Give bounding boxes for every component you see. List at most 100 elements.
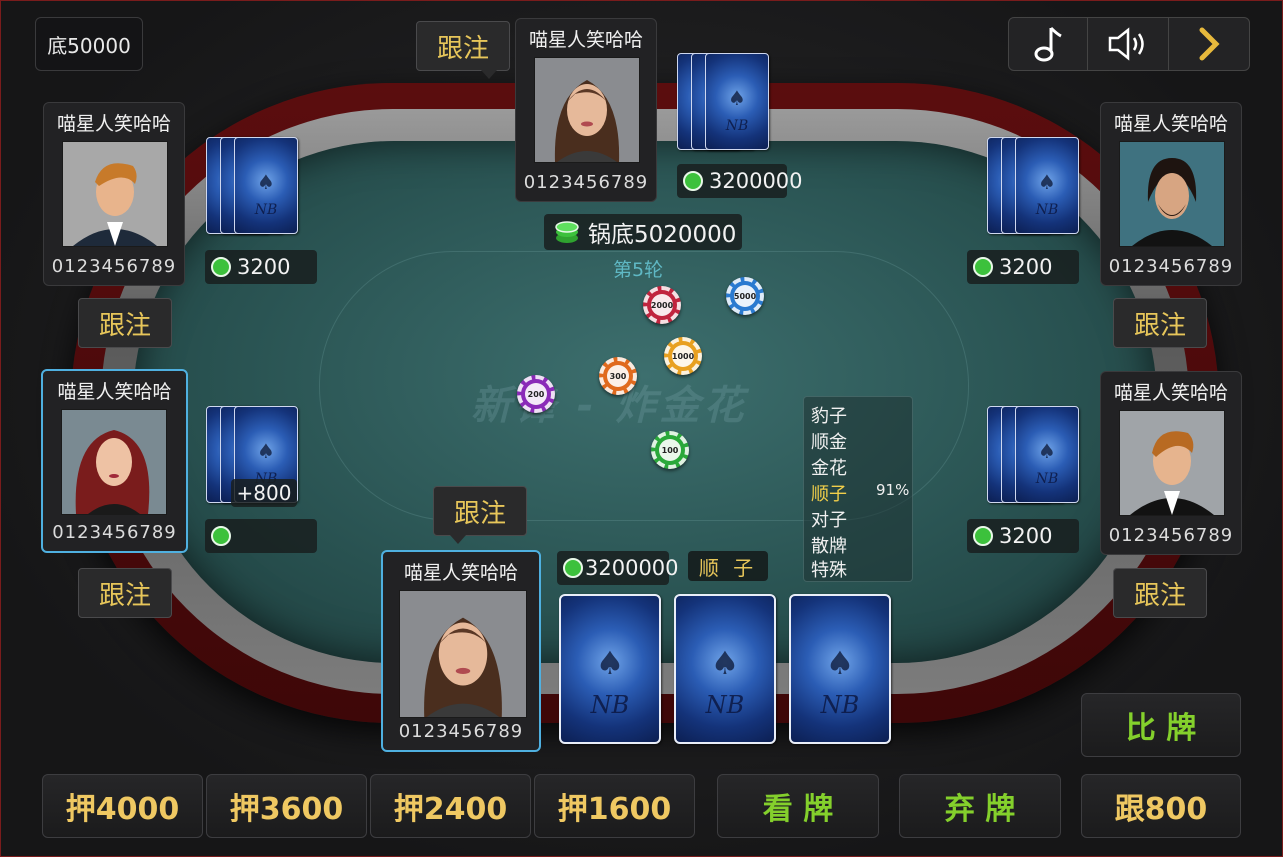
chip-value: 100 <box>659 439 681 461</box>
action-bubble-right-2: 跟注 <box>1113 568 1207 618</box>
chip-300: 300 <box>599 357 637 395</box>
player-name: 喵星人笑哈哈 <box>1113 382 1228 404</box>
chip-100: 100 <box>651 431 689 469</box>
chip-icon <box>211 526 231 546</box>
pot-amount: 锅底5020000 <box>588 222 737 248</box>
bet-1600-button[interactable]: 押1600 <box>534 774 695 838</box>
chip-value: 300 <box>607 365 629 387</box>
base-bet-label: 底50000 <box>35 17 143 71</box>
player-right-2[interactable]: 喵星人笑哈哈 0123456789 <box>1100 371 1242 555</box>
chip-2000: 2000 <box>643 286 681 324</box>
player-avatar <box>62 141 168 247</box>
chip-stack-icon <box>555 221 579 243</box>
chip-icon <box>973 257 993 277</box>
round-label: 第5轮 <box>613 259 664 281</box>
player-id: 0123456789 <box>1108 256 1234 277</box>
chip-value: 2000 <box>651 294 673 316</box>
player-avatar <box>1119 410 1225 516</box>
chip-icon <box>973 526 993 546</box>
player-top[interactable]: 喵星人笑哈哈 0123456789 <box>515 18 657 202</box>
player-avatar <box>61 409 167 515</box>
hand-rank-item: 特殊 <box>811 560 847 581</box>
bet-amount: 3200 <box>999 524 1053 548</box>
player-bet-left-1: 3200 <box>205 250 317 284</box>
music-note-icon <box>1034 26 1062 62</box>
hand-rank-item: 金花 <box>811 458 847 479</box>
action-bubble-left-2: 跟注 <box>78 568 172 618</box>
bet-amount: 3200000 <box>585 556 679 580</box>
player-name: 喵星人笑哈哈 <box>57 381 172 403</box>
next-button[interactable] <box>1168 17 1250 71</box>
player-avatar <box>1119 141 1225 247</box>
win-amount-left-2: +800 <box>231 479 297 507</box>
action-bubble-top: 跟注 <box>416 21 510 79</box>
bet-2400-button[interactable]: 押2400 <box>370 774 531 838</box>
self-card[interactable]: ♠ NB <box>559 594 661 744</box>
player-bet-right-1: 3200 <box>967 250 1079 284</box>
follow-button[interactable]: 跟800 <box>1081 774 1241 838</box>
action-label: 跟注 <box>453 498 506 529</box>
chip-200: 200 <box>517 375 555 413</box>
self-card[interactable]: ♠ NB <box>789 594 891 744</box>
player-bet-right-2: 3200 <box>967 519 1079 553</box>
chevron-right-icon <box>1199 27 1220 61</box>
bet-4000-button[interactable]: 押4000 <box>42 774 203 838</box>
player-bet-left-2 <box>205 519 317 553</box>
bet-3600-button[interactable]: 押3600 <box>206 774 367 838</box>
hand-type-label: 顺 子 <box>688 551 768 581</box>
player-avatar <box>399 590 527 718</box>
player-self[interactable]: 喵星人笑哈哈 0123456789 <box>381 550 541 752</box>
action-label: 跟注 <box>1133 310 1186 341</box>
look-cards-button[interactable]: 看 牌 <box>717 774 879 838</box>
action-label: 跟注 <box>98 580 151 611</box>
hand-rank-item-current: 顺子 <box>811 484 847 505</box>
speaker-icon <box>1108 27 1144 61</box>
hand-probability: 91% <box>876 481 910 499</box>
chip-value: 1000 <box>672 345 694 367</box>
sound-button[interactable] <box>1087 17 1169 71</box>
hand-rank-item: 散牌 <box>811 536 847 557</box>
chip-value: 5000 <box>734 285 756 307</box>
chip-icon <box>563 558 583 578</box>
action-bubble-left-1: 跟注 <box>78 298 172 348</box>
chip-1000: 1000 <box>664 337 702 375</box>
player-id: 0123456789 <box>1108 525 1234 546</box>
music-button[interactable] <box>1008 17 1088 71</box>
hand-rank-item: 顺金 <box>811 432 847 453</box>
card-back: ♠NB <box>705 53 769 150</box>
player-id: 0123456789 <box>52 522 177 543</box>
player-id: 0123456789 <box>398 721 524 742</box>
player-name: 喵星人笑哈哈 <box>1113 113 1228 135</box>
action-label: 跟注 <box>436 33 489 64</box>
chip-icon <box>683 171 703 191</box>
card-back: ♠NB <box>1015 406 1079 503</box>
player-id: 0123456789 <box>51 256 177 277</box>
action-label: 跟注 <box>98 310 151 341</box>
chip-icon <box>211 257 231 277</box>
player-name: 喵星人笑哈哈 <box>56 113 171 135</box>
self-card[interactable]: ♠ NB <box>674 594 776 744</box>
player-bet-self: 3200000 <box>557 551 679 585</box>
hand-rank-item: 豹子 <box>811 406 847 427</box>
bet-amount: 3200 <box>999 255 1053 279</box>
player-left-1[interactable]: 喵星人笑哈哈 0123456789 <box>43 102 185 286</box>
card-back: ♠NB <box>1015 137 1079 234</box>
player-bet-top: 3200000 <box>677 164 803 198</box>
card-back: ♠NB <box>234 137 298 234</box>
action-label: 跟注 <box>1133 580 1186 611</box>
player-name: 喵星人笑哈哈 <box>403 562 518 584</box>
game-screen: 新锋 - 炸金花 底50000 喵星人笑哈哈 0123456789 跟注 ♠ N… <box>0 0 1283 857</box>
player-right-1[interactable]: 喵星人笑哈哈 0123456789 <box>1100 102 1242 286</box>
bet-amount: 3200000 <box>709 169 803 193</box>
chip-value: 200 <box>525 383 547 405</box>
player-id: 0123456789 <box>523 172 649 193</box>
action-bubble-right-1: 跟注 <box>1113 298 1207 348</box>
player-avatar <box>534 57 640 163</box>
player-left-2[interactable]: 喵星人笑哈哈 0123456789 <box>41 369 188 553</box>
fold-button[interactable]: 弃 牌 <box>899 774 1061 838</box>
pot-display: 锅底5020000 <box>544 214 742 250</box>
compare-button[interactable]: 比 牌 <box>1081 693 1241 757</box>
player-name: 喵星人笑哈哈 <box>528 29 643 51</box>
bet-amount: 3200 <box>237 255 291 279</box>
hand-rank-list: 豹子 顺金 金花 顺子 91% 对子 散牌 特殊 <box>803 396 913 582</box>
